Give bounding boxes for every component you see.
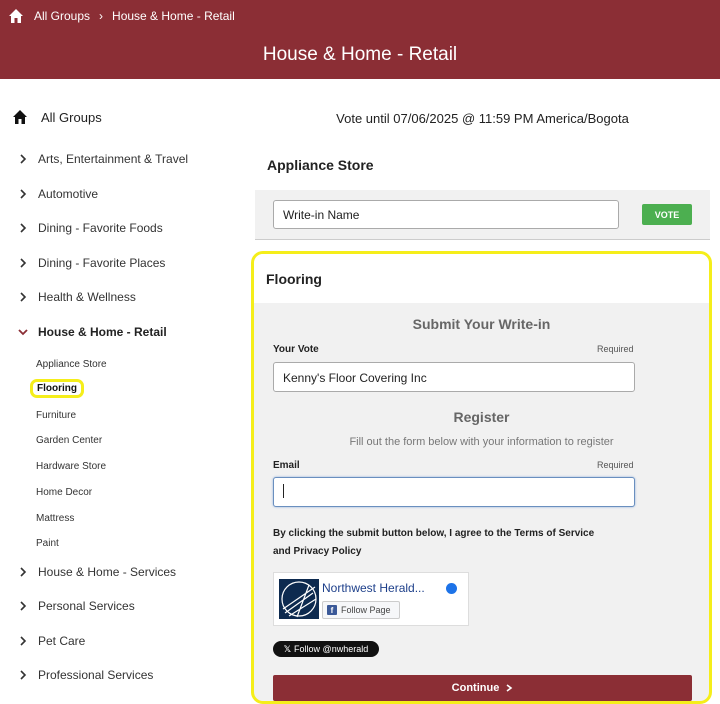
chevron-right-icon	[20, 636, 27, 646]
sidebar-group-label: Professional Services	[38, 668, 154, 682]
continue-label: Continue	[451, 682, 500, 694]
vote-deadline: Vote until 07/06/2025 @ 11:59 PM America…	[336, 111, 629, 126]
sidebar-group-label: Health & Wellness	[38, 290, 136, 304]
sidebar-group-automotive[interactable]: Automotive	[18, 187, 98, 201]
sidebar-sub-garden-center[interactable]: Garden Center	[36, 435, 102, 446]
email-label: Email	[273, 460, 300, 471]
sidebar-group-label: Pet Care	[38, 634, 86, 648]
category-card-flooring: Flooring Submit Your Write-in Your Vote …	[251, 251, 712, 704]
category-title: Flooring	[254, 254, 709, 303]
twitter-follow-label: Follow @nwherald	[294, 644, 369, 654]
chevron-right-icon	[20, 189, 27, 199]
writein-name-input[interactable]: Write-in Name	[273, 200, 619, 229]
sidebar-sub-paint[interactable]: Paint	[36, 538, 59, 549]
sidebar-group-personal-services[interactable]: Personal Services	[18, 599, 135, 613]
sidebar-sub-appliance-store[interactable]: Appliance Store	[36, 359, 107, 370]
fb-follow-label: Follow Page	[341, 605, 391, 615]
logo-lines-icon	[281, 581, 317, 618]
chevron-right-icon	[20, 567, 27, 577]
email-field[interactable]	[273, 477, 635, 507]
register-heading: Register	[453, 409, 510, 425]
sidebar: All Groups Arts, Entertainment & Travel …	[0, 79, 250, 704]
terms-notice: By clicking the submit button below, I a…	[273, 528, 595, 557]
northwest-herald-logo	[279, 579, 319, 619]
sidebar-group-label: House & Home - Services	[38, 565, 177, 579]
breadcrumb-chevron-icon: ›	[99, 9, 104, 23]
fb-page-name[interactable]: Northwest Herald...	[322, 581, 425, 595]
sidebar-group-dining-foods[interactable]: Dining - Favorite Foods	[18, 221, 163, 235]
sidebar-group-label: Automotive	[38, 187, 99, 201]
sidebar-group-label: Arts, Entertainment & Travel	[38, 152, 189, 166]
sidebar-all-groups-label: All Groups	[41, 109, 102, 125]
sidebar-all-groups[interactable]: All Groups	[12, 109, 102, 125]
sidebar-group-arts[interactable]: Arts, Entertainment & Travel	[18, 152, 188, 166]
sidebar-sub-mattress[interactable]: Mattress	[36, 513, 74, 524]
sidebar-group-label: Dining - Favorite Places	[38, 256, 166, 270]
your-vote-input[interactable]: Kenny's Floor Covering Inc	[273, 362, 635, 392]
home-icon	[13, 110, 27, 124]
chevron-right-icon	[20, 258, 27, 268]
chevron-right-icon	[506, 684, 513, 692]
sidebar-sub-furniture[interactable]: Furniture	[36, 410, 76, 421]
x-logo-icon: 𝕏	[283, 643, 292, 654]
twitter-follow-button[interactable]: 𝕏 Follow @nwherald	[273, 641, 379, 657]
continue-button[interactable]: Continue	[273, 675, 692, 701]
sidebar-sub-hardware-store[interactable]: Hardware Store	[36, 461, 106, 472]
vote-button[interactable]: VOTE	[642, 204, 692, 225]
sidebar-group-professional-services[interactable]: Professional Services	[18, 668, 153, 682]
facebook-icon: f	[327, 605, 337, 615]
submit-writein-heading: Submit Your Write-in	[412, 316, 551, 332]
your-vote-label: Your Vote	[273, 344, 319, 355]
fb-follow-page-button[interactable]: f Follow Page	[322, 601, 400, 619]
chevron-right-icon	[20, 670, 27, 680]
chevron-right-icon	[20, 223, 27, 233]
chevron-down-icon	[18, 329, 28, 336]
verified-check-icon	[446, 583, 457, 594]
required-label: Required	[597, 460, 634, 470]
sidebar-group-label: House & Home - Retail	[38, 325, 167, 339]
breadcrumb-all-groups[interactable]: All Groups	[34, 9, 90, 23]
sidebar-group-label: Personal Services	[38, 599, 135, 613]
breadcrumb: All Groups › House & Home - Retail	[8, 8, 235, 24]
sidebar-group-house-retail[interactable]: House & Home - Retail	[18, 325, 167, 339]
required-label: Required	[597, 344, 634, 354]
page-title: House & Home - Retail	[262, 44, 458, 65]
chevron-right-icon	[20, 601, 27, 611]
facebook-page-widget[interactable]: Northwest Herald... f Follow Page	[273, 572, 469, 626]
category-title: Appliance Store	[255, 140, 710, 190]
chevron-right-icon	[20, 292, 27, 302]
category-card-appliance-store: Appliance Store Write-in Name VOTE	[255, 140, 710, 240]
sidebar-group-house-services[interactable]: House & Home - Services	[18, 565, 176, 579]
register-subtitle: Fill out the form below with your inform…	[349, 436, 614, 448]
sidebar-sub-flooring[interactable]: Flooring	[30, 379, 84, 398]
sidebar-group-pet-care[interactable]: Pet Care	[18, 634, 85, 648]
chevron-right-icon	[20, 154, 27, 164]
sidebar-group-health[interactable]: Health & Wellness	[18, 290, 136, 304]
breadcrumb-current: House & Home - Retail	[112, 9, 235, 23]
page-header: All Groups › House & Home - Retail House…	[0, 0, 720, 79]
sidebar-group-dining-places[interactable]: Dining - Favorite Places	[18, 256, 165, 270]
text-caret	[283, 484, 284, 498]
sidebar-sub-home-decor[interactable]: Home Decor	[36, 487, 92, 498]
sidebar-group-label: Dining - Favorite Foods	[38, 221, 163, 235]
home-icon[interactable]	[8, 8, 24, 24]
